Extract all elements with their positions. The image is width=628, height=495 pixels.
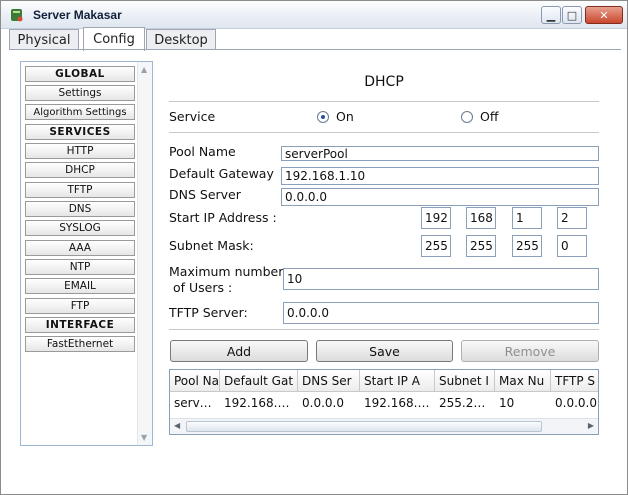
panel-title: DHCP (364, 74, 404, 90)
table-cell: 10 (499, 396, 515, 410)
sidebar-item-dhcp[interactable]: DHCP (25, 162, 135, 178)
sidebar-item-syslog[interactable]: SYSLOG (25, 220, 135, 236)
pool-name-label: Pool Name (169, 144, 236, 159)
maximize-button[interactable]: □ (562, 6, 582, 24)
scrollbar-thumb[interactable] (186, 421, 542, 432)
tab-desktop[interactable]: Desktop (146, 29, 216, 50)
config-sidebar: GLOBAL Settings Algorithm Settings SERVI… (20, 61, 153, 446)
sidebar-item-ftp[interactable]: FTP (25, 298, 135, 314)
max-users-label-line2: of Users : (173, 280, 233, 295)
sidebar-item-fastethernet[interactable]: FastEthernet (25, 336, 135, 352)
tftp-server-input[interactable]: 0.0.0.0 (283, 302, 599, 324)
divider (169, 329, 599, 330)
table-cell: serv… (174, 396, 212, 410)
remove-button[interactable]: Remove (461, 340, 599, 362)
server-config-window: Server Makasar ▁ □ ✕ Physical Config Des… (0, 0, 628, 495)
sidebar-item-aaa[interactable]: AAA (25, 240, 135, 256)
column-header-max-users[interactable]: Max Nu (495, 370, 551, 392)
table-header-row: Pool Na Default Gat DNS Ser Start IP A S… (170, 370, 598, 392)
sidebar-item-ntp[interactable]: NTP (25, 259, 135, 275)
table-cell: 192.168.… (364, 396, 430, 410)
scroll-left-arrow-icon[interactable]: ◀ (174, 421, 180, 430)
divider (169, 101, 599, 102)
column-header-start-ip[interactable]: Start IP A (360, 370, 435, 392)
sidebar-item-settings[interactable]: Settings (25, 85, 135, 101)
start-ip-octet-2[interactable]: 168 (466, 207, 496, 229)
service-off-label[interactable]: Off (480, 109, 498, 124)
add-button[interactable]: Add (170, 340, 308, 362)
tftp-server-label: TFTP Server: (169, 305, 248, 320)
close-button[interactable]: ✕ (585, 6, 623, 24)
column-header-subnet-mask[interactable]: Subnet I (435, 370, 495, 392)
sidebar-header-global: GLOBAL (25, 66, 135, 82)
sidebar-item-algorithm-settings[interactable]: Algorithm Settings (25, 104, 135, 120)
table-cell: 255.2… (439, 396, 486, 410)
subnet-mask-label: Subnet Mask: (169, 238, 254, 253)
subnet-mask-octet-2[interactable]: 255 (466, 235, 496, 257)
service-on-label[interactable]: On (336, 109, 354, 124)
sidebar-header-interface: INTERFACE (25, 317, 135, 333)
server-app-icon (11, 9, 23, 22)
sidebar-item-email[interactable]: EMAIL (25, 278, 135, 294)
window-title: Server Makasar (33, 8, 122, 22)
max-users-label-line1: Maximum number (169, 264, 284, 279)
dns-server-input[interactable]: 0.0.0.0 (281, 188, 599, 206)
scroll-up-arrow-icon[interactable]: ▲ (141, 65, 147, 74)
sidebar-item-http[interactable]: HTTP (25, 143, 135, 159)
service-on-radio[interactable] (317, 111, 329, 123)
column-header-default-gateway[interactable]: Default Gat (220, 370, 298, 392)
default-gateway-input[interactable]: 192.168.1.10 (281, 167, 599, 185)
max-users-input[interactable]: 10 (283, 268, 599, 290)
pool-name-input[interactable]: serverPool (281, 146, 599, 161)
table-cell: 0.0.0.0 (302, 396, 344, 410)
divider (169, 132, 599, 133)
start-ip-octet-4[interactable]: 2 (557, 207, 587, 229)
column-header-pool-name[interactable]: Pool Na (170, 370, 220, 392)
default-gateway-label: Default Gateway (169, 166, 274, 181)
dhcp-pool-table: Pool Na Default Gat DNS Ser Start IP A S… (169, 369, 599, 435)
table-cell: 0.0.0.0 (555, 396, 597, 410)
subnet-mask-octet-4[interactable]: 0 (557, 235, 587, 257)
minimize-button[interactable]: ▁ (541, 6, 561, 24)
save-button[interactable]: Save (316, 340, 453, 362)
table-row[interactable]: serv… 192.168.… 0.0.0.0 192.168.… 255.2…… (170, 392, 598, 414)
start-ip-label: Start IP Address : (169, 210, 277, 225)
column-header-tftp-server[interactable]: TFTP S (551, 370, 598, 392)
service-off-radio[interactable] (461, 111, 473, 123)
sidebar-scrollbar[interactable]: ▲ ▼ (137, 62, 152, 445)
title-bar[interactable]: Server Makasar ▁ □ ✕ (1, 1, 627, 29)
tab-physical[interactable]: Physical (9, 29, 79, 50)
tab-divider (9, 49, 621, 50)
subnet-mask-octet-1[interactable]: 255 (421, 235, 451, 257)
sidebar-header-services: SERVICES (25, 124, 135, 140)
sidebar-item-tftp[interactable]: TFTP (25, 182, 135, 198)
sidebar-item-dns[interactable]: DNS (25, 201, 135, 217)
start-ip-octet-3[interactable]: 1 (512, 207, 542, 229)
table-horizontal-scrollbar[interactable]: ◀ ▶ (170, 418, 598, 434)
column-header-dns-server[interactable]: DNS Ser (298, 370, 360, 392)
start-ip-octet-1[interactable]: 192 (421, 207, 451, 229)
subnet-mask-octet-3[interactable]: 255 (512, 235, 542, 257)
scroll-down-arrow-icon[interactable]: ▼ (141, 433, 147, 442)
tab-config[interactable]: Config (83, 27, 145, 51)
scroll-right-arrow-icon[interactable]: ▶ (588, 421, 594, 430)
service-label: Service (169, 109, 216, 124)
dns-server-label: DNS Server (169, 187, 241, 202)
table-cell: 192.168.… (224, 396, 290, 410)
